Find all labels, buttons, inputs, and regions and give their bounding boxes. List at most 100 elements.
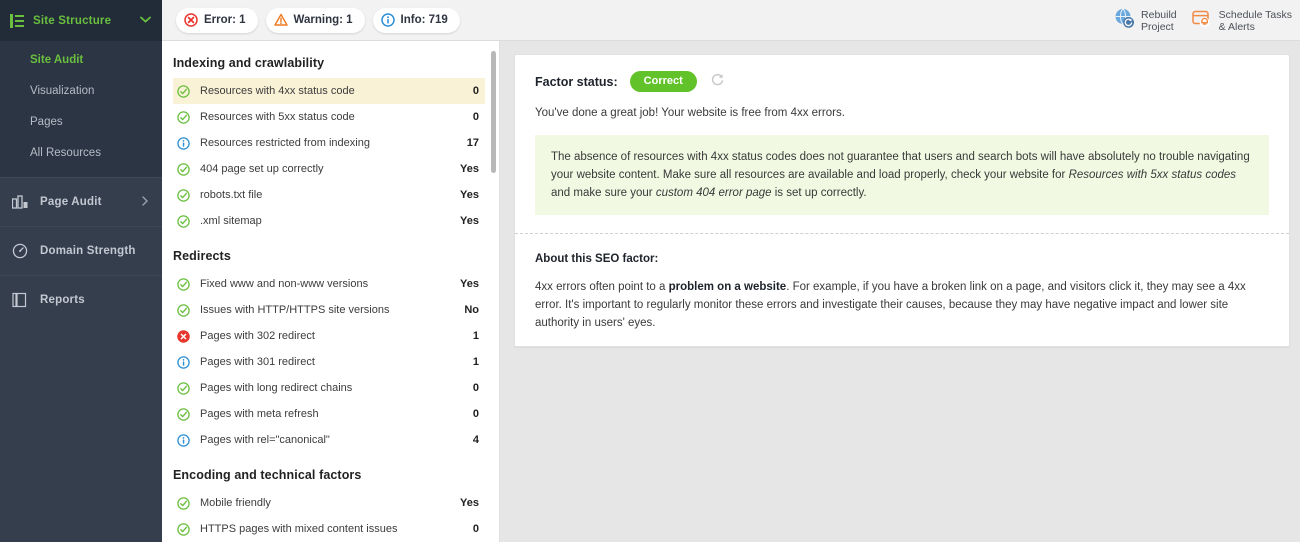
section-divider	[515, 233, 1289, 234]
status-ok-icon	[177, 85, 190, 98]
status-info-icon	[177, 137, 190, 150]
table-row[interactable]: HTTPS pages with mixed content issues 0	[173, 516, 485, 542]
factor-value: 0	[473, 408, 479, 420]
table-row[interactable]: Pages with 302 redirect 1	[173, 323, 485, 349]
factor-name: Pages with meta refresh	[200, 408, 473, 420]
factor-value: 0	[473, 523, 479, 535]
rebuild-project-label: Rebuild Project	[1141, 9, 1177, 33]
warning-triangle-icon	[274, 13, 288, 27]
factor-value: 0	[473, 85, 479, 97]
list-structure-icon	[10, 14, 24, 28]
factor-status-label: Factor status:	[535, 75, 618, 89]
sidebar-item-site-audit[interactable]: Site Audit	[0, 44, 162, 75]
sidebar-header-site-structure[interactable]: Site Structure	[0, 0, 162, 41]
bar-chart-icon	[12, 194, 28, 210]
factor-detail-card: Factor status: Correct You've done a gre…	[514, 54, 1290, 347]
notice-part-2: and make sure your	[551, 187, 656, 199]
factor-name: Resources with 5xx status code	[200, 111, 473, 123]
sidebar-subitem-label: Pages	[30, 116, 63, 128]
factor-value: 0	[473, 111, 479, 123]
factor-value: No	[464, 304, 479, 316]
refresh-icon[interactable]	[710, 72, 725, 92]
factor-name: Resources restricted from indexing	[200, 137, 467, 149]
factor-name: Fixed www and non-www versions	[200, 278, 460, 290]
status-badge[interactable]: Correct	[630, 71, 697, 92]
status-ok-icon	[177, 189, 190, 202]
factor-value: 1	[473, 356, 479, 368]
table-row[interactable]: Resources with 5xx status code 0	[173, 104, 485, 130]
pill-warning-label: Warning: 1	[294, 14, 353, 26]
issue-summary-pills: Error: 1 Warning: 1	[176, 8, 460, 33]
group-title: Indexing and crawlability	[173, 41, 485, 78]
pill-info-label: Info: 719	[401, 14, 448, 26]
table-row[interactable]: .xml sitemap Yes	[173, 208, 485, 234]
chevron-right-icon[interactable]	[142, 196, 148, 208]
factor-name: Resources with 4xx status code	[200, 85, 473, 97]
table-row[interactable]: Pages with meta refresh 0	[173, 401, 485, 427]
table-row[interactable]: Pages with 301 redirect 1	[173, 349, 485, 375]
notice-emphasis-1: Resources with 5xx status codes	[1069, 169, 1236, 181]
notice-part-3: is set up correctly.	[772, 187, 867, 199]
factor-name: Mobile friendly	[200, 497, 460, 509]
sidebar-header-label: Site Structure	[33, 15, 111, 27]
sidebar-item-label: Domain Strength	[40, 245, 136, 257]
table-row[interactable]: Mobile friendly Yes	[173, 490, 485, 516]
document-icon	[12, 292, 28, 308]
group-title: Redirects	[173, 234, 485, 271]
sidebar-item-label: Reports	[40, 294, 85, 306]
pill-error[interactable]: Error: 1	[176, 8, 258, 33]
table-row[interactable]: Issues with HTTP/HTTPS site versions No	[173, 297, 485, 323]
sidebar-item-reports[interactable]: Reports	[0, 275, 162, 324]
factor-notice: The absence of resources with 4xx status…	[535, 135, 1269, 215]
factor-list: Indexing and crawlability Resources with…	[162, 41, 499, 542]
sidebar-item-visualization[interactable]: Visualization	[0, 75, 162, 106]
schedule-line-2: & Alerts	[1219, 21, 1292, 33]
status-ok-icon	[177, 278, 190, 291]
table-row[interactable]: Resources with 4xx status code 0	[173, 78, 485, 104]
factor-value: 1	[473, 330, 479, 342]
status-error-icon	[177, 330, 190, 343]
list-scrollbar[interactable]	[491, 49, 496, 536]
pill-error-label: Error: 1	[204, 14, 246, 26]
calendar-alert-icon	[1191, 7, 1213, 34]
factor-name: .xml sitemap	[200, 215, 460, 227]
pill-info[interactable]: Info: 719	[373, 8, 460, 33]
about-heading: About this SEO factor:	[535, 253, 1269, 265]
sidebar-item-all-resources[interactable]: All Resources	[0, 137, 162, 168]
status-ok-icon	[177, 304, 190, 317]
factor-value: Yes	[460, 278, 479, 290]
status-ok-icon	[177, 111, 190, 124]
factor-value: Yes	[460, 497, 479, 509]
list-scrollbar-thumb[interactable]	[491, 51, 496, 173]
schedule-tasks-button[interactable]: Schedule Tasks & Alerts	[1191, 7, 1292, 34]
table-row[interactable]: robots.txt file Yes	[173, 182, 485, 208]
factor-name: Pages with 302 redirect	[200, 330, 473, 342]
factor-name: robots.txt file	[200, 189, 460, 201]
rebuild-project-button[interactable]: Rebuild Project	[1113, 7, 1177, 34]
sidebar-item-page-audit[interactable]: Page Audit	[0, 177, 162, 226]
topbar: Error: 1 Warning: 1	[162, 0, 1300, 41]
table-row[interactable]: 404 page set up correctly Yes	[173, 156, 485, 182]
chevron-down-icon[interactable]	[140, 16, 151, 26]
schedule-line-1: Schedule Tasks	[1219, 9, 1292, 21]
table-row[interactable]: Pages with rel="canonical" 4	[173, 427, 485, 453]
status-ok-icon	[177, 163, 190, 176]
sidebar: Site Structure Site Audit Visualization …	[0, 0, 162, 542]
factor-value: 17	[467, 137, 479, 149]
table-row[interactable]: Fixed www and non-www versions Yes	[173, 271, 485, 297]
table-row[interactable]: Resources restricted from indexing 17	[173, 130, 485, 156]
sidebar-subitem-label: Visualization	[30, 85, 94, 97]
sidebar-item-pages[interactable]: Pages	[0, 106, 162, 137]
factor-name: Pages with rel="canonical"	[200, 434, 473, 446]
status-info-icon	[177, 434, 190, 447]
topbar-actions: Rebuild Project	[1113, 0, 1292, 41]
factor-value: 0	[473, 382, 479, 394]
app-root: Site Structure Site Audit Visualization …	[0, 0, 1300, 542]
table-row[interactable]: Pages with long redirect chains 0	[173, 375, 485, 401]
factor-name: Pages with 301 redirect	[200, 356, 473, 368]
factor-value: 4	[473, 434, 479, 446]
pill-warning[interactable]: Warning: 1	[266, 8, 365, 33]
sidebar-item-domain-strength[interactable]: Domain Strength	[0, 226, 162, 275]
about-bold: problem on a website	[669, 281, 787, 293]
sidebar-subitem-label: Site Audit	[30, 54, 83, 66]
